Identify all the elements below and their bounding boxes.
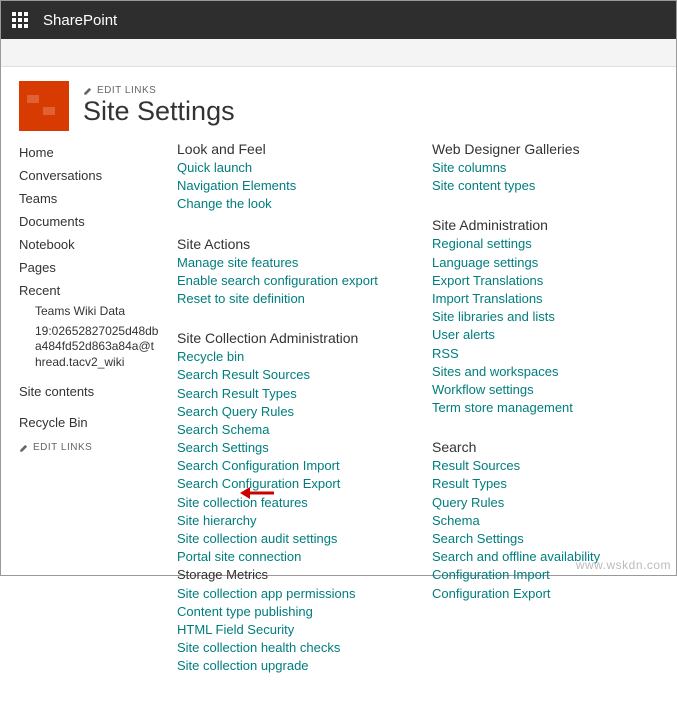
settings-link[interactable]: Search Settings [177,439,392,457]
settings-link[interactable]: Result Types [432,475,647,493]
section-title: Site Actions [177,236,392,252]
settings-link[interactable]: Search Schema [177,421,392,439]
arrow-annotation [240,485,274,501]
settings-link[interactable]: Search Query Rules [177,403,392,421]
page-title: Site Settings [83,96,235,127]
settings-link[interactable]: RSS [432,345,647,363]
settings-link[interactable]: Content type publishing [177,603,392,621]
edit-links-label: EDIT LINKS [33,442,92,453]
settings-link[interactable]: Configuration Export [432,585,647,603]
settings-link[interactable]: Site collection app permissions [177,585,392,603]
left-nav: Home Conversations Teams Documents Noteb… [19,141,159,698]
settings-link[interactable]: Portal site connection [177,548,392,566]
nav-home[interactable]: Home [19,141,159,164]
settings-link[interactable]: HTML Field Security [177,621,392,639]
nav-conversations[interactable]: Conversations [19,164,159,187]
settings-link[interactable]: Storage Metrics [177,566,392,584]
nav-site-contents[interactable]: Site contents [19,380,159,403]
settings-link[interactable]: Term store management [432,399,647,417]
settings-link[interactable]: User alerts [432,326,647,344]
settings-link[interactable]: Site hierarchy [177,512,392,530]
settings-link[interactable]: Site libraries and lists [432,308,647,326]
settings-link[interactable]: Import Translations [432,290,647,308]
nav-recent-item[interactable]: Teams Wiki Data [19,302,159,322]
settings-link[interactable]: Site columns [432,159,647,177]
settings-link[interactable]: Site collection audit settings [177,530,392,548]
settings-link[interactable]: Query Rules [432,494,647,512]
settings-link[interactable]: Manage site features [177,254,392,272]
section-title: Site Administration [432,217,647,233]
ribbon [1,39,676,67]
settings-link[interactable]: Reset to site definition [177,290,392,308]
section-title: Search [432,439,647,455]
settings-link[interactable]: Quick launch [177,159,392,177]
nav-documents[interactable]: Documents [19,210,159,233]
app-launcher-icon[interactable] [1,1,39,39]
settings-link[interactable]: Sites and workspaces [432,363,647,381]
settings-link[interactable]: Site collection health checks [177,639,392,657]
nav-recent-item[interactable]: 19:02652827025d48dba484fd52d863a84a@thre… [19,322,159,373]
edit-links-top[interactable]: EDIT LINKS [83,85,235,96]
settings-link[interactable]: Search Result Sources [177,366,392,384]
settings-link[interactable]: Change the look [177,195,392,213]
settings-link[interactable]: Search Configuration Import [177,457,392,475]
settings-link[interactable]: Regional settings [432,235,647,253]
settings-link[interactable]: Recycle bin [177,348,392,366]
settings-link[interactable]: Workflow settings [432,381,647,399]
section-title: Look and Feel [177,141,392,157]
settings-link[interactable]: Search Configuration Export [177,475,392,493]
watermark: www.wskdn.com [576,558,671,572]
section-title: Web Designer Galleries [432,141,647,157]
section-title: Site Collection Administration [177,330,392,346]
settings-link[interactable]: Language settings [432,254,647,272]
brand-label: SharePoint [43,12,117,29]
edit-links-left[interactable]: EDIT LINKS [19,442,159,453]
settings-link[interactable]: Search Result Types [177,385,392,403]
nav-recent[interactable]: Recent [19,279,159,302]
settings-link[interactable]: Navigation Elements [177,177,392,195]
edit-links-label: EDIT LINKS [97,85,156,96]
settings-link[interactable]: Site collection features [177,494,392,512]
settings-link[interactable]: Schema [432,512,647,530]
settings-link[interactable]: Site collection upgrade [177,657,392,675]
settings-link[interactable]: Export Translations [432,272,647,290]
settings-link[interactable]: Site content types [432,177,647,195]
pencil-icon [83,86,93,96]
nav-pages[interactable]: Pages [19,256,159,279]
pencil-icon [19,443,29,453]
settings-link[interactable]: Search Settings [432,530,647,548]
nav-recycle-bin[interactable]: Recycle Bin [19,411,159,434]
settings-link[interactable]: Result Sources [432,457,647,475]
nav-notebook[interactable]: Notebook [19,233,159,256]
settings-link[interactable]: Enable search configuration export [177,272,392,290]
site-logo[interactable] [19,81,69,131]
nav-teams[interactable]: Teams [19,187,159,210]
